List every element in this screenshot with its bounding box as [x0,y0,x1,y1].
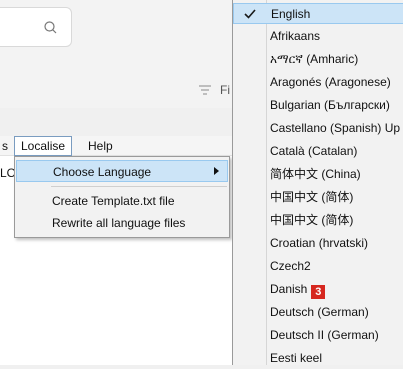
language-label: Castellano (Spanish) Up [270,121,401,135]
language-label: Bulgarian (Български) [270,98,390,112]
language-label: English [271,7,311,21]
create-template-label: Create Template.txt file [52,194,175,208]
menu-help[interactable]: Help [82,136,119,156]
choose-language-item[interactable]: Choose Language [16,160,228,182]
step-badge: 3 [311,285,326,299]
choose-language-label: Choose Language [53,165,152,179]
localise-dropdown: Choose Language Create Template.txt file… [14,156,230,238]
create-template-item[interactable]: Create Template.txt file [16,190,228,212]
language-item[interactable]: Aragonés (Aragonese) [233,72,403,93]
language-item[interactable]: Bulgarian (Български) [233,95,403,116]
language-label: 中国中文 (简体) [270,190,354,204]
menu-localise[interactable]: Localise [14,136,73,156]
language-label: 简体中文 (China) [270,167,361,181]
search-icon [44,21,57,34]
language-item[interactable]: Deutsch II (German) [233,325,403,346]
checkmark-icon [244,9,256,19]
menu-bar: s Localise Help [0,136,232,156]
language-label: Deutsch II (German) [270,328,379,342]
language-label: Danish [270,282,308,296]
language-item[interactable]: 中国中文 (简体) [233,210,403,231]
language-submenu: English Afrikaans አማርኛ (Amharic) Aragoné… [232,0,403,365]
language-item[interactable]: Afrikaans [233,26,403,47]
language-label: Eesti keel [270,351,323,365]
language-item[interactable]: Eesti keel [233,348,403,369]
language-label: Català (Catalan) [270,144,358,158]
submenu-arrow-icon [214,167,219,175]
language-item[interactable]: Czech2 [233,256,403,277]
rewrite-language-files-label: Rewrite all language files [52,216,186,230]
language-label: አማርኛ (Amharic) [270,52,359,66]
menu-divider [51,186,227,187]
language-item[interactable]: Danish 3 [233,279,403,300]
language-item[interactable]: Deutsch (German) [233,302,403,323]
menu-item-partial[interactable]: s [0,136,14,156]
search-input[interactable] [0,7,72,47]
filter-icon [199,85,211,95]
filter-label: Fi [220,83,230,97]
language-item[interactable]: 简体中文 (China) [233,164,403,185]
language-label: Deutsch (German) [270,305,369,319]
language-item[interactable]: Croatian (hrvatski) [233,233,403,254]
language-label: Aragonés (Aragonese) [270,75,391,89]
language-item[interactable]: Català (Catalan) [233,141,403,162]
language-label: Afrikaans [270,29,321,43]
rewrite-language-files-item[interactable]: Rewrite all language files [16,212,228,234]
language-item[interactable]: አማርኛ (Amharic) [233,49,403,70]
language-item[interactable]: 中国中文 (简体) [233,187,403,208]
language-label: 中国中文 (简体) [270,213,354,227]
language-label: Czech2 [270,259,311,273]
language-label: Croatian (hrvatski) [270,236,369,250]
language-item[interactable]: English [233,3,403,24]
language-item[interactable]: Castellano (Spanish) Up [233,118,403,139]
